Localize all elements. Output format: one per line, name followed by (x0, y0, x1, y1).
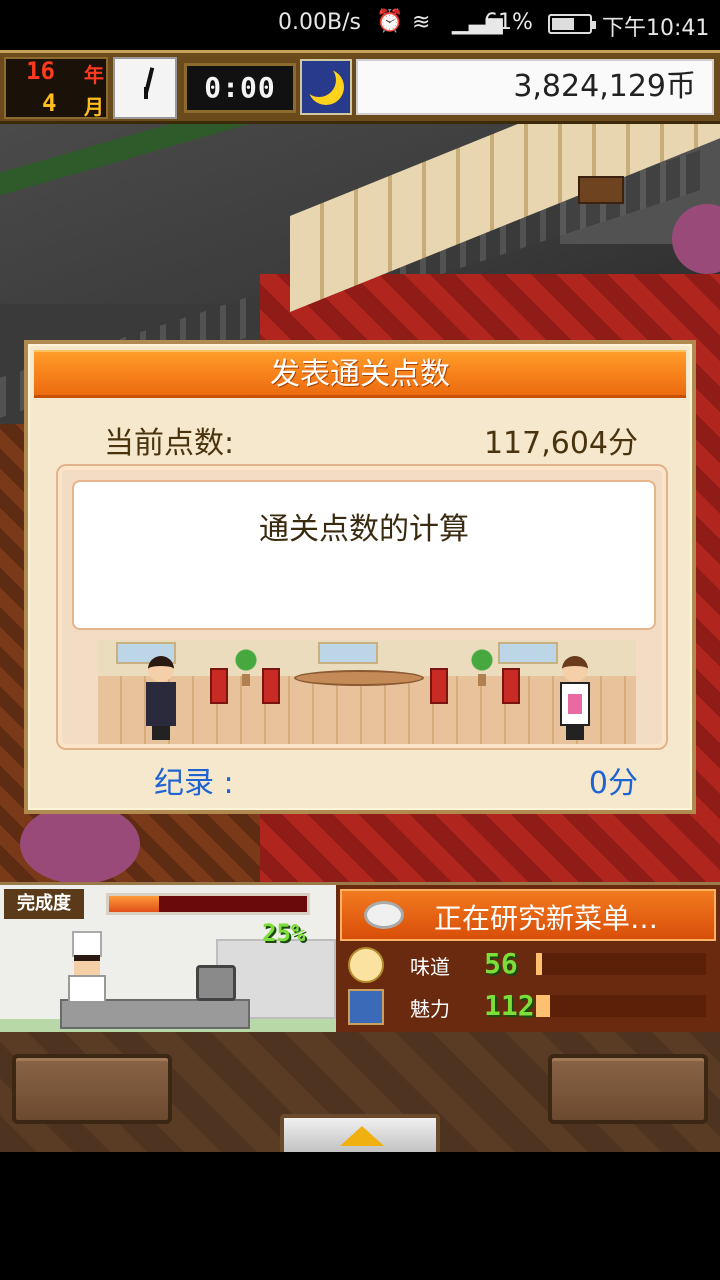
research-title: 正在研究新菜单… (434, 902, 659, 935)
record-label: 纪录 : (154, 766, 234, 801)
kitchen-panel[interactable]: 完成度 25% (0, 882, 336, 1032)
charm-meter (536, 995, 706, 1017)
calendar[interactable]: 16 年 4 月 (4, 57, 108, 119)
month-label: 月 (84, 95, 104, 119)
completion-bar (106, 893, 310, 915)
left-menu-button[interactable] (12, 1054, 172, 1124)
dialog-title: 发表通关点数 (34, 350, 686, 398)
research-header: 正在研究新菜单… (340, 889, 716, 941)
bench (578, 176, 624, 204)
taste-label: 味道 (410, 955, 450, 979)
taste-value: 56 (484, 947, 518, 980)
chef-sprite (66, 931, 108, 1003)
battery-percent: 61% (484, 10, 533, 35)
pot-icon (196, 965, 236, 1001)
clock-hand-short (144, 87, 148, 99)
net-speed: 0.00B/s (278, 10, 361, 35)
charm-stat-row: 魅力 112 (340, 987, 716, 1027)
clear-score-dialog[interactable]: 发表通关点数 当前点数: 117,604分 通关点数的计算 纪录: 0分 (24, 340, 696, 814)
year-number: 16 (26, 57, 55, 85)
charm-label: 魅力 (410, 997, 450, 1021)
taste-meter (536, 953, 706, 975)
plant-icon (234, 646, 258, 686)
month-number: 4 (42, 89, 57, 117)
completion-percent: 25% (262, 919, 306, 947)
waiter-sprite (142, 656, 180, 740)
battery-icon (548, 14, 596, 34)
year-label: 年 (84, 63, 104, 87)
bottom-menu (0, 1032, 720, 1158)
wifi-icon: ≋ (412, 10, 431, 35)
plate-icon (364, 901, 404, 929)
waitress-sprite (556, 656, 594, 740)
taste-stat-row: 味道 56 (340, 945, 716, 985)
current-score-value: 117,604分 (483, 426, 638, 461)
status-time: 下午10:41 (602, 16, 710, 41)
calc-text: 通关点数的计算 (259, 512, 469, 547)
taste-icon (348, 947, 384, 983)
screen-bottom (0, 1152, 720, 1280)
arrow-up-icon (340, 1126, 384, 1146)
moon-icon (300, 59, 352, 115)
charm-icon (348, 989, 384, 1025)
research-panel[interactable]: 正在研究新菜单… 味道 56 魅力 112 (336, 882, 720, 1032)
plant-icon (470, 646, 494, 686)
calc-panel: 通关点数的计算 (58, 466, 666, 748)
timer-display: 0:00 (184, 63, 296, 113)
counter (60, 999, 250, 1029)
status-bar: 0.00B/s ⏰ ≋ ▁▃▅ 61% 下午10:41 (0, 0, 720, 50)
alarm-icon: ⏰ (376, 9, 404, 34)
game-hud: 16 年 4 月 0:00 3,824,129币 (0, 50, 720, 124)
charm-value: 112 (484, 989, 535, 1022)
completion-label: 完成度 (4, 889, 84, 919)
money-display: 3,824,129币 (356, 59, 714, 115)
right-menu-button[interactable] (548, 1054, 708, 1124)
record-value: 0分 (588, 766, 638, 801)
tree-icon (20, 804, 140, 882)
restaurant-illustration (98, 640, 636, 744)
current-score-label: 当前点数: (104, 426, 235, 461)
clock-icon (113, 57, 177, 119)
calc-text-box: 通关点数的计算 (72, 480, 656, 630)
